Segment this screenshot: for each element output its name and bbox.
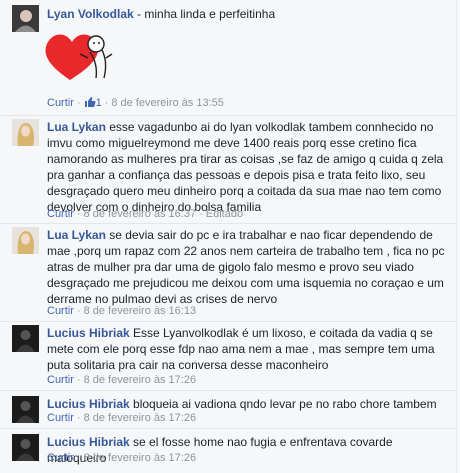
separator: · (76, 412, 81, 424)
comment-body: Lua Lykan esse vagadunbo ai do lyan volk… (47, 119, 450, 215)
comment-text: se devia sair do pc e ira trabalhar e na… (47, 228, 445, 306)
comment: Lucius Hibriak se el fosse home nao fugi… (0, 428, 456, 473)
avatar[interactable] (12, 227, 39, 254)
comment-author[interactable]: Lua Lykan (47, 120, 106, 134)
comments-panel: Lyan Volkodlak - minha linda e perfeitin… (0, 0, 457, 473)
comment-body: Lua Lykan se devia sair do pc e ira trab… (47, 227, 450, 307)
like-button[interactable]: Curtir (47, 97, 74, 109)
like-button[interactable]: Curtir (47, 452, 74, 464)
comment-author[interactable]: Lua Lykan (47, 228, 106, 242)
timestamp[interactable]: 8 de fevereiro às 17:26 (84, 412, 197, 424)
separator: · (199, 208, 203, 220)
comment-actions: Curtir · 8 de fevereiro às 17:26 (47, 374, 196, 386)
separator: · (76, 305, 81, 317)
comment-author[interactable]: Lucius Hibriak (47, 326, 130, 340)
like-button[interactable]: Curtir (47, 412, 74, 424)
avatar[interactable] (12, 396, 39, 423)
comment-body: Lucius Hibriak Esse Lyanvolkodlak é um l… (47, 325, 450, 373)
comment-body: Lucius Hibriak bloqueia ai vadiona qndo … (47, 396, 450, 412)
avatar[interactable] (12, 434, 39, 461)
comment-actions: Curtir · 8 de fevereiro às 17:26 (47, 452, 196, 464)
comment-author[interactable]: Lucius Hibriak (47, 435, 130, 449)
separator: · (76, 208, 81, 220)
timestamp[interactable]: 8 de fevereiro às 17:26 (84, 452, 197, 464)
comment: Lua Lykan esse vagadunbo ai do lyan volk… (0, 115, 456, 224)
thumbs-up-icon[interactable] (84, 96, 96, 108)
comment-text: esse vagadunbo ai do lyan volkodlak tamb… (47, 120, 444, 214)
avatar[interactable] (12, 5, 39, 32)
comment-body: Lyan Volkodlak - minha linda e perfeitin… (47, 6, 450, 22)
heart-sticker (40, 24, 118, 88)
comment-author[interactable]: Lyan Volkodlak (47, 7, 134, 21)
separator: · (76, 374, 81, 386)
timestamp[interactable]: 8 de fevereiro às 17:26 (84, 374, 197, 386)
like-button[interactable]: Curtir (47, 208, 74, 220)
timestamp[interactable]: 8 de fevereiro às 13:55 (111, 97, 224, 109)
comment-text: bloqueia ai vadiona qndo levar pe no rab… (129, 397, 437, 411)
comment: Lucius Hibriak Esse Lyanvolkodlak é um l… (0, 321, 456, 391)
comment-actions: Curtir · 8 de fevereiro às 17:26 (47, 412, 196, 424)
like-button[interactable]: Curtir (47, 374, 74, 386)
comment: Lyan Volkodlak - minha linda e perfeitin… (0, 0, 456, 116)
avatar[interactable] (12, 119, 39, 146)
comment-author[interactable]: Lucius Hibriak (47, 397, 130, 411)
timestamp[interactable]: 8 de fevereiro às 16:37 (84, 208, 197, 220)
comment-text: - minha linda e perfeitinha (133, 7, 276, 21)
comment-actions: Curtir · 8 de fevereiro às 16:13 (47, 305, 196, 317)
like-button[interactable]: Curtir (47, 305, 74, 317)
separator: · (104, 97, 109, 109)
like-count[interactable]: 1 (96, 97, 102, 109)
comment-actions: Curtir · 1 · 8 de fevereiro às 13:55 (47, 96, 224, 109)
separator: · (76, 452, 81, 464)
edited-label[interactable]: Editado (206, 208, 243, 220)
comment: Lua Lykan se devia sair do pc e ira trab… (0, 223, 456, 322)
comment: Lucius Hibriak bloqueia ai vadiona qndo … (0, 390, 456, 429)
separator: · (76, 97, 81, 109)
avatar[interactable] (12, 325, 39, 352)
timestamp[interactable]: 8 de fevereiro às 16:13 (84, 305, 197, 317)
comment-actions: Curtir · 8 de fevereiro às 16:37 · Editado (47, 208, 243, 220)
